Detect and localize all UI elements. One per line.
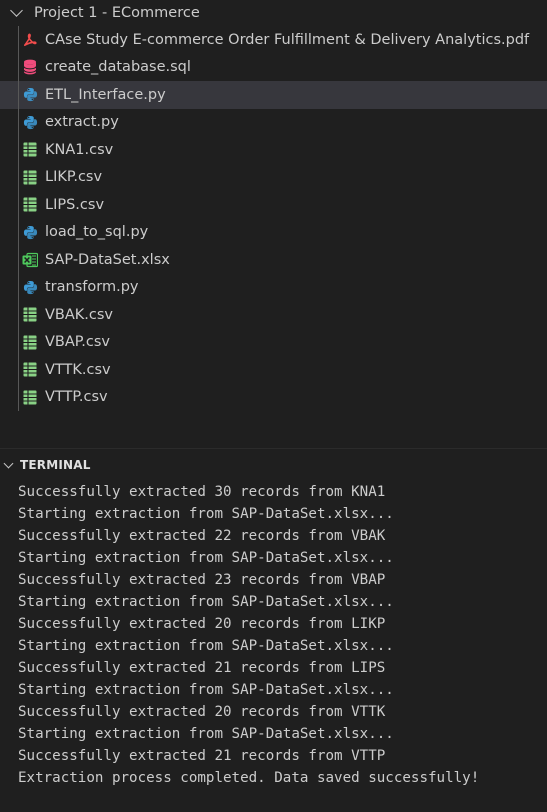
- file-item[interactable]: SAP-DataSet.xlsx: [0, 246, 547, 274]
- terminal-line: Extraction process completed. Data saved…: [18, 770, 480, 786]
- terminal-line: Successfully extracted 20 records from L…: [18, 616, 386, 632]
- csv-icon: [22, 169, 38, 185]
- file-item[interactable]: LIPS.csv: [0, 191, 547, 219]
- terminal-output[interactable]: Successfully extracted 30 records from K…: [18, 481, 547, 789]
- file-item[interactable]: CAse Study E-commerce Order Fulfillment …: [0, 26, 547, 54]
- csv-icon: [22, 142, 38, 158]
- terminal-line: Starting extraction from SAP-DataSet.xls…: [18, 594, 394, 610]
- csv-icon: [22, 362, 38, 378]
- file-item[interactable]: transform.py: [0, 274, 547, 302]
- file-name: transform.py: [45, 279, 139, 295]
- excel-icon: [22, 252, 38, 268]
- file-explorer: Project 1 - ECommerce CAse Study E-comme…: [0, 0, 547, 440]
- csv-icon: [22, 334, 38, 350]
- pdf-icon: [22, 32, 38, 48]
- file-name: LIKP.csv: [45, 169, 103, 185]
- file-item[interactable]: VTTP.csv: [0, 384, 547, 412]
- terminal-line: Starting extraction from SAP-DataSet.xls…: [18, 550, 394, 566]
- folder-project-1-ecommerce[interactable]: Project 1 - ECommerce: [0, 0, 547, 26]
- file-name: ETL_Interface.py: [45, 86, 166, 103]
- file-item[interactable]: VTTK.csv: [0, 356, 547, 384]
- file-item[interactable]: VBAK.csv: [0, 301, 547, 329]
- terminal-line: Successfully extracted 20 records from V…: [18, 704, 386, 720]
- terminal-line: Successfully extracted 30 records from K…: [18, 484, 386, 500]
- file-name: VTTP.csv: [45, 389, 108, 405]
- file-name: KNA1.csv: [45, 141, 114, 158]
- panel-divider[interactable]: [0, 448, 547, 449]
- database-icon: [22, 59, 38, 75]
- file-name: load_to_sql.py: [45, 224, 149, 240]
- file-name: create_database.sql: [45, 59, 191, 75]
- file-item[interactable]: extract.py: [0, 109, 547, 137]
- file-item[interactable]: ETL_Interface.py: [0, 81, 547, 109]
- terminal-line: Successfully extracted 23 records from V…: [18, 572, 386, 588]
- file-item[interactable]: VBAP.csv: [0, 329, 547, 357]
- terminal-line: Starting extraction from SAP-DataSet.xls…: [18, 506, 394, 522]
- file-name: VBAP.csv: [45, 334, 110, 350]
- csv-icon: [22, 389, 38, 405]
- file-name: VBAK.csv: [45, 306, 114, 323]
- python-icon: [22, 114, 38, 130]
- file-name: VTTK.csv: [45, 361, 111, 378]
- terminal-line: Starting extraction from SAP-DataSet.xls…: [18, 682, 394, 698]
- folder-name: Project 1 - ECommerce: [34, 5, 200, 21]
- file-name: extract.py: [45, 114, 119, 130]
- python-icon: [22, 224, 38, 240]
- terminal-line: Successfully extracted 21 records from L…: [18, 660, 386, 676]
- indent-guide: [18, 26, 19, 411]
- terminal-title: TERMINAL: [20, 458, 91, 472]
- chevron-down-icon[interactable]: [3, 458, 14, 468]
- csv-icon: [22, 307, 38, 323]
- terminal-line: Successfully extracted 21 records from V…: [18, 748, 386, 764]
- file-name: SAP-DataSet.xlsx: [45, 251, 170, 268]
- file-list: CAse Study E-commerce Order Fulfillment …: [0, 26, 547, 411]
- file-name: CAse Study E-commerce Order Fulfillment …: [45, 31, 530, 48]
- chevron-down-icon[interactable]: [10, 4, 23, 17]
- csv-icon: [22, 197, 38, 213]
- file-item[interactable]: KNA1.csv: [0, 136, 547, 164]
- terminal-section-header[interactable]: TERMINAL: [0, 452, 547, 478]
- file-item[interactable]: LIKP.csv: [0, 164, 547, 192]
- file-item[interactable]: create_database.sql: [0, 54, 547, 82]
- terminal-line: Starting extraction from SAP-DataSet.xls…: [18, 638, 394, 654]
- file-name: LIPS.csv: [45, 196, 105, 213]
- terminal-line: Starting extraction from SAP-DataSet.xls…: [18, 726, 394, 742]
- python-icon: [22, 87, 38, 103]
- file-item[interactable]: load_to_sql.py: [0, 219, 547, 247]
- terminal-line: Successfully extracted 22 records from V…: [18, 528, 386, 544]
- python-icon: [22, 279, 38, 295]
